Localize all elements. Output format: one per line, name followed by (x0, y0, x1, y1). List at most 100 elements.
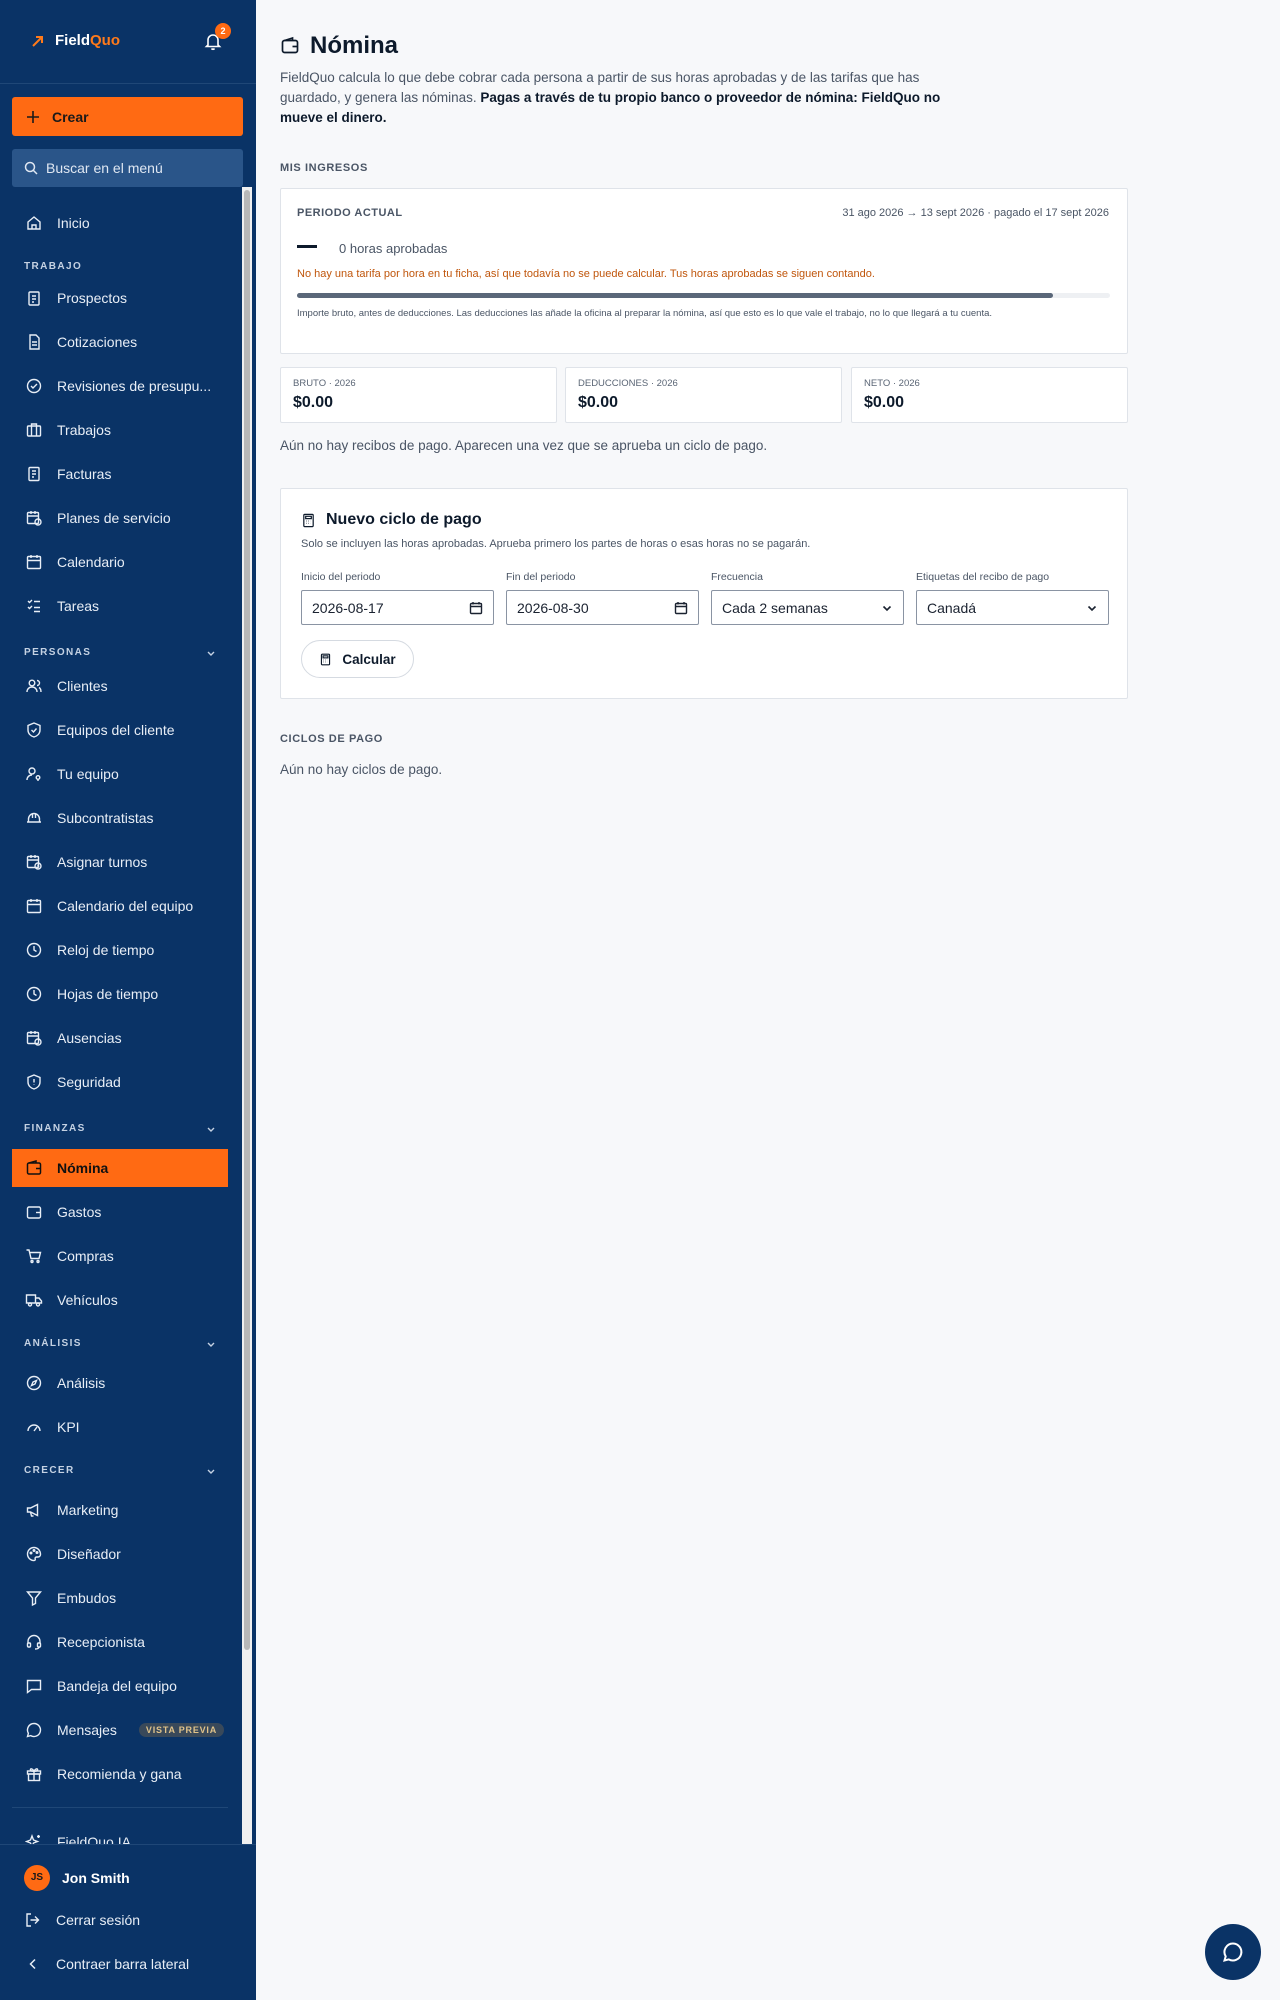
search-placeholder: Buscar en el menú (46, 160, 163, 176)
sidebar-item-label: Seguridad (57, 1074, 121, 1090)
stat-label: BRUTO · 2026 (293, 378, 356, 389)
sidebar-item-asignar-turnos[interactable]: Asignar turnos (12, 843, 228, 881)
sidebar-item-seguridad[interactable]: Seguridad (12, 1063, 228, 1101)
sidebar-item-nomina[interactable]: Nómina (12, 1149, 228, 1187)
sidebar-item-hojas[interactable]: Hojas de tiempo (12, 975, 228, 1013)
sidebar-item-vehiculos[interactable]: Vehículos (12, 1281, 228, 1319)
cart-icon (25, 1247, 43, 1265)
calendar-icon[interactable] (469, 601, 483, 615)
stat-card-net: NETO · 2026 $0.00 (851, 367, 1128, 423)
sidebar-item-revisiones[interactable]: Revisiones de presupu... (12, 367, 228, 405)
frequency-select[interactable]: Cada 2 semanas (711, 590, 904, 625)
user-name: Jon Smith (62, 1870, 130, 1886)
users-icon (25, 677, 43, 695)
calculate-button[interactable]: Calcular (301, 640, 414, 678)
stat-card-gross: BRUTO · 2026 $0.00 (280, 367, 557, 423)
pay-cycles-section-label: CICLOS DE PAGO (280, 733, 383, 745)
sidebar-item-mensajes[interactable]: Mensajes VISTA PREVIA (12, 1711, 228, 1749)
plus-icon (26, 110, 40, 124)
period-start-input[interactable]: 2026-08-17 (301, 590, 494, 625)
sidebar-item-gastos[interactable]: Gastos (12, 1193, 228, 1231)
calculator-icon (301, 513, 316, 528)
section-crecer[interactable]: CRECER (24, 1465, 216, 1476)
sidebar-item-embudos[interactable]: Embudos (12, 1579, 228, 1617)
sidebar-header: FieldQuo 2 (0, 0, 256, 84)
menu-search-input[interactable]: Buscar en el menú (12, 149, 243, 187)
section-label: TRABAJO (24, 261, 83, 272)
logout-label: Cerrar sesión (56, 1912, 141, 1928)
sidebar-item-label: Embudos (57, 1590, 117, 1606)
current-period-label: PERIODO ACTUAL (297, 207, 403, 219)
section-trabajo: TRABAJO (24, 261, 216, 272)
sidebar-item-label: Calendario (57, 554, 125, 570)
preview-badge: VISTA PREVIA (138, 1723, 225, 1737)
sidebar-item-inicio[interactable]: Inicio (12, 204, 228, 242)
sidebar-item-ia[interactable]: FieldQuo IA (12, 1823, 228, 1844)
calendar-icon[interactable] (674, 601, 688, 615)
period-end-input[interactable]: 2026-08-30 (506, 590, 699, 625)
funnel-icon (25, 1589, 43, 1607)
check-circle-icon (25, 377, 43, 395)
section-label: FINANZAS (24, 1123, 86, 1134)
sidebar-item-label: Planes de servicio (57, 510, 171, 526)
section-analisis[interactable]: ANÁLISIS (24, 1338, 216, 1349)
payslip-tags-select[interactable]: Canadá (916, 590, 1109, 625)
hours-dash (297, 245, 317, 248)
sidebar-item-reloj[interactable]: Reloj de tiempo (12, 931, 228, 969)
sidebar-item-clientes[interactable]: Clientes (12, 667, 228, 705)
sidebar-item-label: Nómina (57, 1160, 109, 1176)
sidebar-divider (12, 1807, 228, 1808)
document-icon (25, 333, 43, 351)
sidebar-item-cotizaciones[interactable]: Cotizaciones (12, 323, 228, 361)
sidebar: FieldQuo 2 Crear Buscar en el menú Inici… (0, 0, 256, 2000)
sidebar-item-label: FieldQuo IA (57, 1834, 131, 1844)
sidebar-item-label: Equipos del cliente (57, 722, 175, 738)
notifications-button[interactable]: 2 (203, 23, 231, 53)
sidebar-item-disenador[interactable]: Diseñador (12, 1535, 228, 1573)
create-label: Crear (52, 108, 89, 125)
wallet-icon (25, 1203, 43, 1221)
sidebar-item-prospectos[interactable]: Prospectos (12, 279, 228, 317)
sidebar-item-ausencias[interactable]: Ausencias (12, 1019, 228, 1057)
chat-button[interactable] (1205, 1924, 1261, 1980)
clock-icon (25, 941, 43, 959)
page-description: FieldQuo calcula lo que debe cobrar cada… (280, 68, 960, 128)
sidebar-item-tareas[interactable]: Tareas (12, 587, 228, 625)
invoice-icon (25, 465, 43, 483)
logo[interactable]: FieldQuo (30, 32, 120, 49)
calendar-repeat-icon (25, 509, 43, 527)
briefcase-icon (25, 421, 43, 439)
sidebar-item-facturas[interactable]: Facturas (12, 455, 228, 493)
collapse-sidebar-button[interactable]: Contraer barra lateral (24, 1955, 189, 1973)
sidebar-item-equipos-cliente[interactable]: Equipos del cliente (12, 711, 228, 749)
sidebar-item-compras[interactable]: Compras (12, 1237, 228, 1275)
sidebar-item-subcontratistas[interactable]: Subcontratistas (12, 799, 228, 837)
logout-button[interactable]: Cerrar sesión (24, 1911, 140, 1929)
sidebar-item-kpi[interactable]: KPI (12, 1408, 228, 1446)
sidebar-item-calendario-equipo[interactable]: Calendario del equipo (12, 887, 228, 925)
chevron-down-icon (1086, 602, 1098, 614)
checklist-icon (25, 597, 43, 615)
create-button[interactable]: Crear (12, 97, 243, 136)
section-personas[interactable]: PERSONAS (24, 647, 216, 658)
sidebar-item-label: Reloj de tiempo (57, 942, 155, 958)
compass-icon (25, 1374, 43, 1392)
sidebar-item-recomienda[interactable]: Recomienda y gana (12, 1755, 228, 1793)
sidebar-item-calendario[interactable]: Calendario (12, 543, 228, 581)
sidebar-item-planes[interactable]: Planes de servicio (12, 499, 228, 537)
message-circle-icon (25, 1721, 43, 1739)
section-finanzas[interactable]: FINANZAS (24, 1123, 216, 1134)
collapse-label: Contraer barra lateral (56, 1956, 190, 1972)
sidebar-item-analisis[interactable]: Análisis (12, 1364, 228, 1402)
sidebar-item-bandeja[interactable]: Bandeja del equipo (12, 1667, 228, 1705)
sidebar-item-label: Compras (57, 1248, 114, 1264)
sidebar-item-recepcionista[interactable]: Recepcionista (12, 1623, 228, 1661)
sidebar-item-trabajos[interactable]: Trabajos (12, 411, 228, 449)
sidebar-item-tu-equipo[interactable]: Tu equipo (12, 755, 228, 793)
sidebar-item-marketing[interactable]: Marketing (12, 1491, 228, 1529)
sidebar-item-label: KPI (57, 1419, 80, 1435)
no-rate-warning: No hay una tarifa por hora en tu ficha, … (297, 268, 875, 280)
user-profile[interactable]: JS Jon Smith (24, 1865, 130, 1891)
sidebar-item-label: Gastos (57, 1204, 102, 1220)
period-start-value: 2026-08-17 (312, 599, 384, 616)
